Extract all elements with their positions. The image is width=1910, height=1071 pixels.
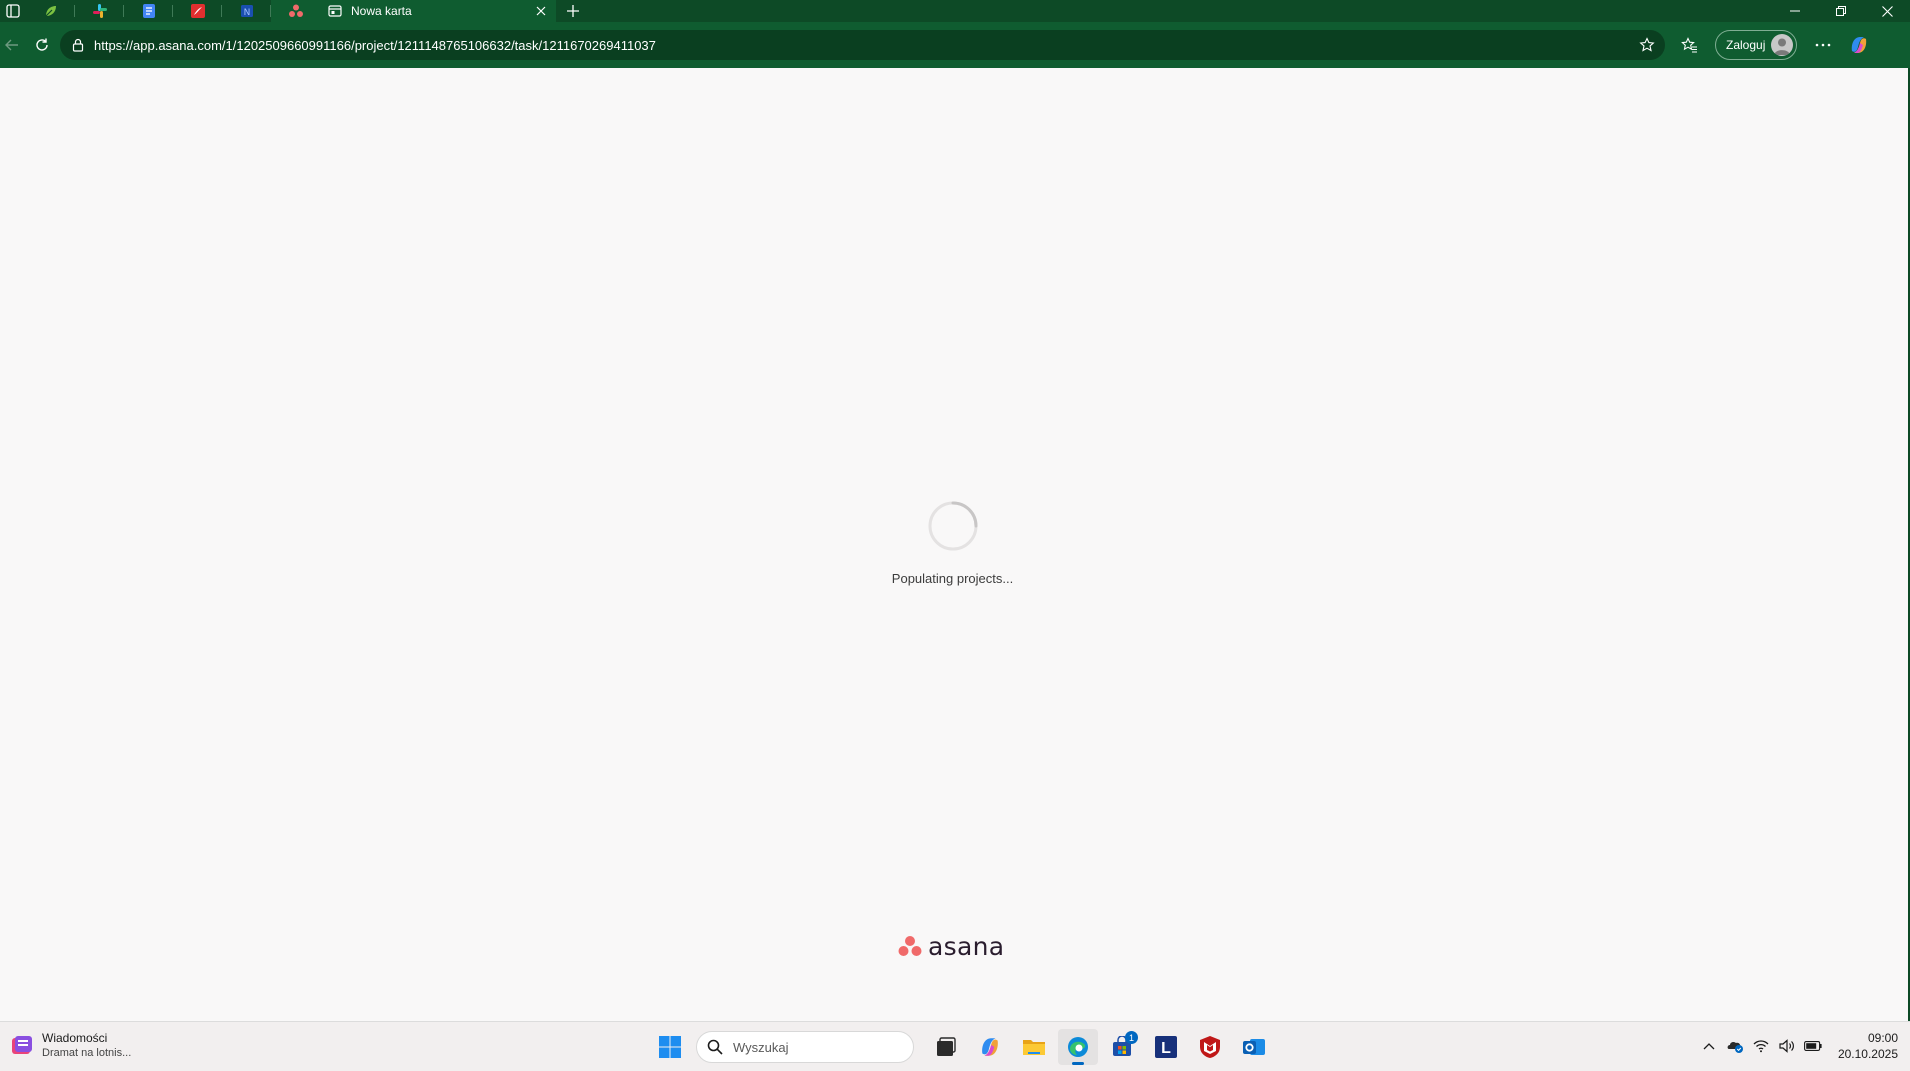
refresh-button[interactable] — [24, 29, 60, 61]
store-badge: 1 — [1125, 1031, 1138, 1044]
more-menu-button[interactable] — [1805, 29, 1841, 61]
window-close-button[interactable] — [1864, 0, 1910, 22]
edge-browser-icon — [1068, 1037, 1088, 1057]
file-explorer-button[interactable] — [1014, 1029, 1054, 1065]
task-view-button[interactable] — [926, 1029, 966, 1065]
active-tab-title: Nowa karta — [351, 4, 412, 18]
clock-time: 09:00 — [1867, 1031, 1898, 1045]
new-tab-page-icon — [328, 5, 342, 17]
copilot-button[interactable] — [1841, 29, 1877, 61]
wifi-icon — [1753, 1040, 1769, 1053]
edge-button[interactable] — [1058, 1029, 1098, 1065]
toolbar-right: Zaloguj — [1671, 29, 1877, 61]
arrow-left-icon — [5, 39, 18, 51]
active-tab[interactable]: Nowa karta — [320, 0, 556, 22]
battery-icon — [1803, 1041, 1822, 1051]
pdf-icon — [190, 4, 205, 18]
svg-text:L: L — [1161, 1040, 1171, 1057]
favorites-button[interactable] — [1671, 29, 1707, 61]
search-placeholder: Wyszukaj — [733, 1039, 789, 1055]
taskbar-apps: Wyszukaj 1 L — [648, 1029, 1276, 1065]
start-button[interactable] — [650, 1029, 690, 1065]
asana-dots-icon — [898, 936, 922, 956]
pinned-tab-app[interactable] — [26, 0, 75, 22]
loading-message: Populating projects... — [891, 571, 1014, 586]
volume-button[interactable] — [1774, 1028, 1800, 1064]
close-icon — [536, 6, 546, 16]
minimize-icon — [1790, 10, 1800, 12]
onedrive-sync-icon — [1727, 1041, 1743, 1053]
browser-toolbar: https://app.asana.com/1/1202509660991166… — [0, 22, 1910, 68]
asana-logo: asana — [898, 930, 1004, 962]
news-widget[interactable]: Wiadomości Dramat na lotnis... — [10, 1031, 131, 1061]
taskbar-search[interactable]: Wyszukaj — [696, 1031, 914, 1063]
widget-title: Wiadomości — [42, 1031, 108, 1045]
copilot-app-icon — [982, 1038, 998, 1056]
tab-strip: N Nowa karta — [0, 0, 1910, 22]
chevron-up-icon — [1703, 1043, 1715, 1050]
refresh-icon — [36, 38, 48, 51]
copilot-app-button[interactable] — [970, 1029, 1010, 1065]
page-viewport: Populating projects... asana — [0, 68, 1908, 1021]
pinned-tab-pdf[interactable] — [173, 0, 222, 22]
folder-icon — [1023, 1040, 1045, 1055]
asana-wordmark: asana — [928, 931, 1005, 961]
window-controls — [1772, 0, 1910, 22]
restore-button[interactable] — [1818, 0, 1864, 22]
mcafee-shield-icon — [1200, 1036, 1220, 1058]
asana-favicon-icon — [288, 4, 303, 17]
login-label: Zaloguj — [1726, 38, 1766, 52]
tab-close-button[interactable] — [534, 4, 548, 18]
onedrive-button[interactable] — [1722, 1028, 1748, 1064]
address-bar[interactable]: https://app.asana.com/1/1202509660991166… — [60, 30, 1665, 60]
task-view-icon — [937, 1037, 956, 1056]
taskbar: Wiadomości Dramat na lotnis... Wyszukaj — [0, 1021, 1910, 1071]
news-widget-icon — [12, 1036, 32, 1054]
new-tab-button[interactable] — [556, 0, 590, 22]
speaker-icon — [1779, 1039, 1794, 1053]
word-doc-icon: N — [240, 5, 253, 18]
login-button[interactable]: Zaloguj — [1715, 30, 1798, 60]
pinned-tab-docs[interactable] — [124, 0, 173, 22]
url-text: https://app.asana.com/1/1202509660991166… — [94, 37, 656, 53]
pinned-tab-word[interactable]: N — [222, 0, 271, 22]
clock[interactable]: 09:00 20.10.2025 — [1838, 1030, 1898, 1062]
svg-text:N: N — [243, 8, 250, 18]
outlook-button[interactable] — [1234, 1029, 1274, 1065]
tab-sidebar-icon — [6, 4, 20, 18]
store-button[interactable]: 1 — [1102, 1029, 1142, 1065]
tab-actions-button[interactable] — [0, 0, 26, 22]
window-close-icon — [1881, 5, 1893, 17]
docs-icon — [142, 4, 155, 18]
outlook-icon — [1243, 1039, 1265, 1055]
search-icon — [707, 1039, 723, 1055]
minimize-button[interactable] — [1772, 0, 1818, 22]
widget-subtitle: Dramat na lotnis... — [42, 1047, 132, 1059]
copilot-icon — [1852, 37, 1867, 53]
pinned-tab-asana[interactable] — [271, 0, 320, 22]
pinned-tab-slack[interactable] — [75, 0, 124, 22]
clock-date: 20.10.2025 — [1837, 1047, 1898, 1061]
plus-icon — [567, 5, 579, 17]
system-tray: 09:00 20.10.2025 — [1696, 1028, 1898, 1064]
profile-avatar-icon — [1771, 34, 1794, 56]
windows-logo-icon — [659, 1036, 681, 1058]
back-button[interactable] — [0, 29, 24, 61]
show-hidden-icons-button[interactable] — [1696, 1028, 1722, 1064]
star-outline-icon[interactable] — [1639, 37, 1655, 53]
lock-icon — [72, 38, 84, 52]
l-app-icon: L — [1155, 1036, 1177, 1058]
mcafee-button[interactable] — [1190, 1029, 1230, 1065]
slack-icon — [92, 4, 107, 18]
l-app-button[interactable]: L — [1146, 1029, 1186, 1065]
battery-button[interactable] — [1800, 1028, 1826, 1064]
restore-icon — [1836, 6, 1846, 16]
favorites-icon — [1680, 36, 1697, 53]
loading-spinner — [928, 501, 978, 551]
wifi-button[interactable] — [1748, 1028, 1774, 1064]
ellipsis-icon — [1816, 43, 1831, 47]
leaf-app-icon — [45, 6, 56, 17]
